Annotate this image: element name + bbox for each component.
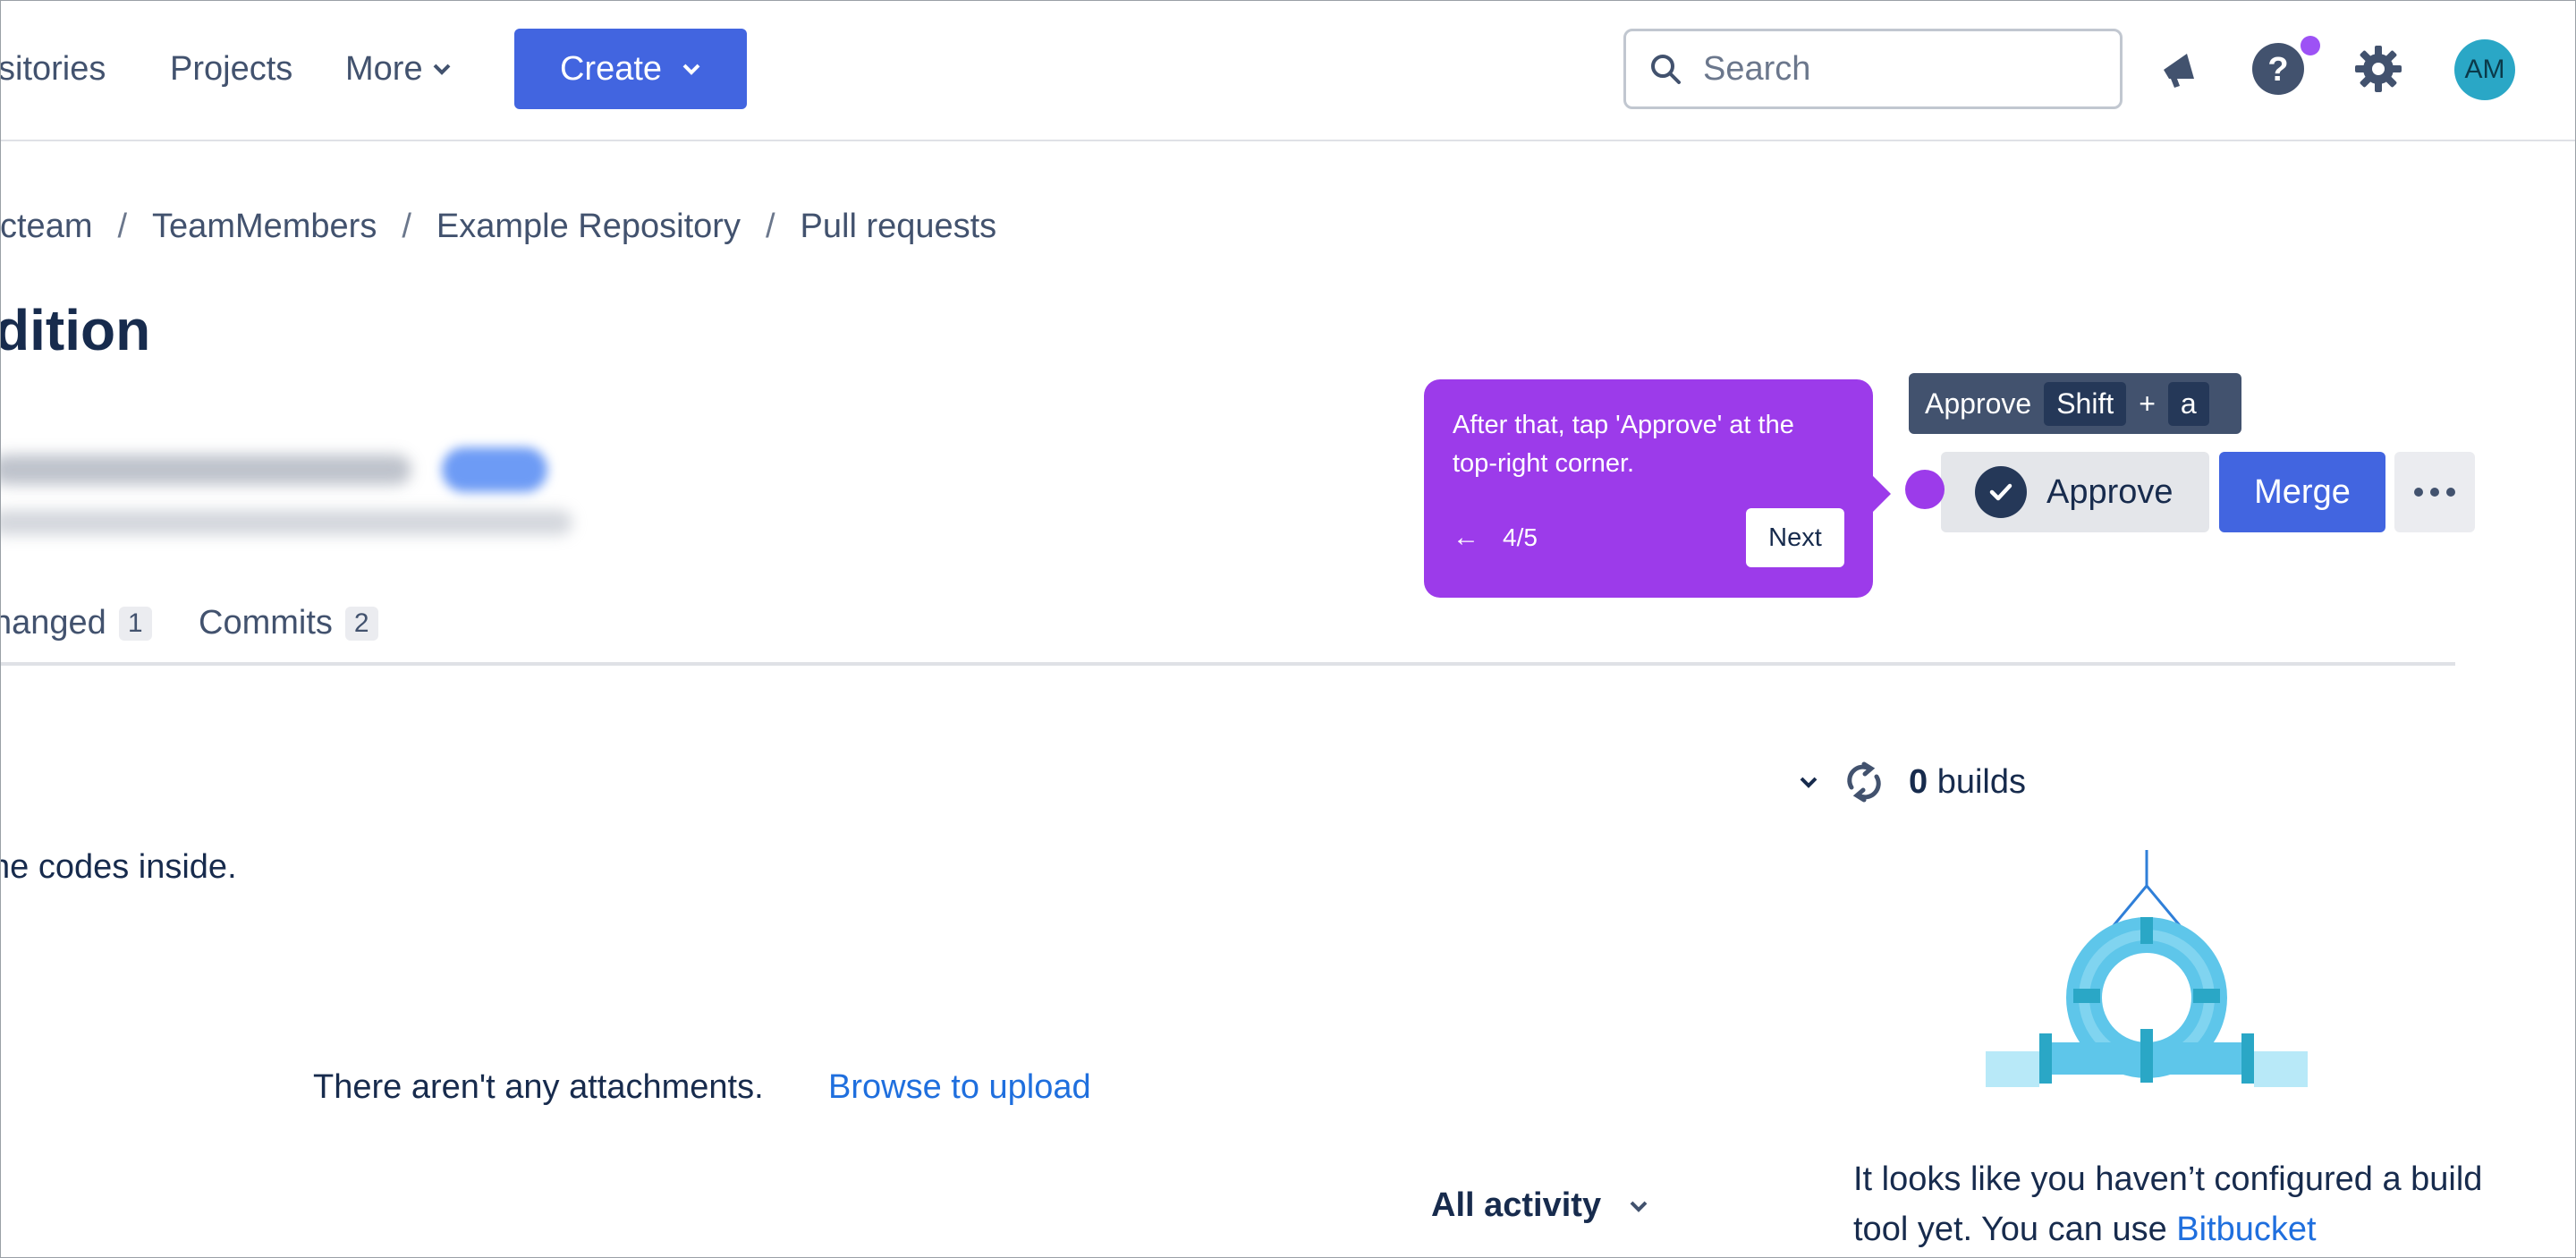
browse-to-upload-link[interactable]: Browse to upload (828, 1068, 1091, 1107)
approve-button[interactable]: Approve (1941, 452, 2209, 532)
tooltip-label: Approve (1925, 387, 2032, 420)
blurred-author-info (0, 455, 411, 485)
walkthrough-guide-popup: After that, tap 'Approve' at the top-rig… (1424, 379, 1873, 598)
search-input[interactable] (1701, 48, 2098, 89)
pr-description: he codes inside. (0, 848, 237, 886)
shift-key: Shift (2044, 381, 2127, 426)
builds-label: builds (1936, 762, 2026, 801)
create-button[interactable]: Create (514, 29, 747, 109)
approve-shortcut-tooltip: Approve Shift + a (1909, 373, 2241, 434)
nav-more-dropdown[interactable]: More (345, 47, 452, 91)
bitbucket-link[interactable]: Bitbucket (2176, 1211, 2316, 1248)
svg-text:?: ? (2267, 51, 2288, 89)
chevron-down-icon (1800, 777, 1818, 788)
merge-button[interactable]: Merge (2219, 452, 2385, 532)
tab-label: hanged (0, 604, 106, 642)
guide-step-counter: 4/5 (1503, 523, 1538, 551)
breadcrumb-members[interactable]: TeamMembers (152, 208, 377, 246)
blurred-status-badge (442, 447, 547, 492)
activity-filter-dropdown[interactable]: All activity (1431, 1186, 1649, 1225)
nav-projects-link[interactable]: Projects (170, 47, 292, 91)
ellipsis-dot-icon (2414, 488, 2423, 497)
builds-header[interactable]: 0 builds (1798, 761, 2026, 803)
breadcrumb-separator: / (117, 208, 128, 245)
page-title: dition (0, 298, 151, 362)
breadcrumb-separator: / (402, 208, 411, 245)
guide-text: After that, tap 'Approve' at the top-rig… (1453, 411, 1794, 478)
breadcrumb-team[interactable]: cteam (0, 208, 92, 246)
nav-repositories-link[interactable]: sitories (0, 47, 106, 91)
breadcrumb-separator: / (765, 208, 775, 245)
search-icon (1651, 55, 1681, 84)
breadcrumb-pull-requests[interactable]: Pull requests (801, 208, 997, 246)
builds-empty-message: It looks like you haven’t configured a b… (1853, 1154, 2497, 1254)
notification-dot (2301, 36, 2320, 55)
builds-count: 0 (1909, 762, 1928, 801)
settings-gear-icon[interactable] (2349, 39, 2408, 98)
shortcut-plus: + (2139, 387, 2156, 420)
ellipsis-dot-icon (2446, 488, 2455, 497)
top-navigation: sitories Projects More Create ? (0, 0, 2576, 141)
user-avatar[interactable]: AM (2454, 39, 2515, 100)
builds-message-text: It looks like you haven’t configured a b… (1853, 1160, 2483, 1248)
search-field[interactable] (1623, 29, 2123, 109)
a-key: a (2167, 381, 2209, 426)
breadcrumb: cteam / TeamMembers / Example Repository… (0, 208, 996, 246)
chevron-down-icon (682, 64, 700, 75)
checkmark-icon (1975, 466, 2027, 518)
guide-pointer-arrow (1871, 474, 1891, 514)
chevron-down-icon (1630, 1201, 1648, 1212)
notifications-megaphone-icon[interactable] (2149, 39, 2208, 98)
tab-files-changed[interactable]: hanged 1 (0, 604, 152, 642)
guide-footer: ← 4/5 Next (1453, 508, 1844, 567)
tab-count-badge: 1 (118, 606, 152, 641)
activity-filter-label: All activity (1431, 1186, 1602, 1224)
attachments-empty-text: There aren't any attachments. (313, 1068, 764, 1106)
tab-label: Commits (199, 604, 333, 642)
nav-more-label: More (345, 50, 423, 88)
create-button-label: Create (559, 49, 663, 88)
more-actions-button[interactable] (2394, 452, 2475, 532)
refresh-builds-icon (1847, 761, 1881, 803)
pipeline-illustration (1986, 850, 2308, 1087)
approve-button-label: Approve (2046, 472, 2174, 511)
help-icon[interactable]: ? (2249, 39, 2308, 98)
breadcrumb-repository[interactable]: Example Repository (436, 208, 741, 246)
ellipsis-dot-icon (2430, 488, 2439, 497)
tab-commits[interactable]: Commits 2 (199, 604, 378, 642)
tab-count-badge: 2 (344, 606, 378, 641)
blurred-meta-line (0, 510, 572, 535)
tab-divider (0, 662, 2455, 666)
guide-beacon (1905, 470, 1945, 509)
arrow-left-icon[interactable]: ← (1453, 523, 1479, 553)
chevron-down-icon (433, 64, 450, 75)
guide-next-button[interactable]: Next (1746, 508, 1844, 567)
